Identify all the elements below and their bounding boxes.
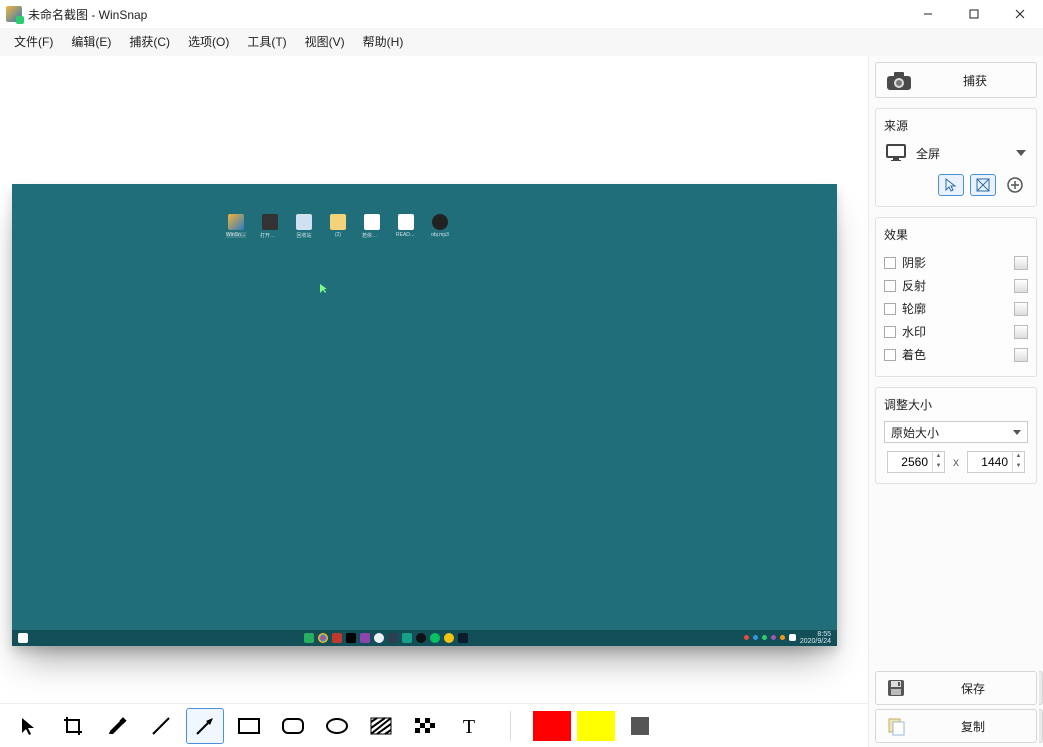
pointer-tool[interactable] <box>10 708 48 744</box>
side-panel: 捕获 来源 全屏 <box>868 56 1043 747</box>
width-input[interactable]: ▲▼ <box>887 451 945 473</box>
chevron-down-icon <box>1013 430 1021 435</box>
dimension-x-label: x <box>953 455 959 469</box>
menu-capture[interactable]: 捕获(C) <box>121 29 178 54</box>
rectangle-tool[interactable] <box>230 708 268 744</box>
include-cursor-toggle[interactable] <box>938 174 964 196</box>
desktop-icons: WinSnap_v5.2.9.exe 打开桌面快捷路径... 回收站 (2) 若… <box>226 214 450 239</box>
drawing-toolbar: T <box>0 703 868 747</box>
text-tool[interactable]: T <box>450 708 488 744</box>
source-panel: 来源 全屏 <box>875 108 1037 207</box>
checkbox-icon[interactable] <box>884 303 896 315</box>
save-dropdown-sliver[interactable] <box>1039 671 1043 705</box>
arrow-tool[interactable] <box>186 708 224 744</box>
effect-shadow-row[interactable]: 阴影 <box>884 251 1028 274</box>
add-region-button[interactable] <box>1002 174 1028 196</box>
menu-edit[interactable]: 编辑(E) <box>63 29 119 54</box>
source-mode-label: 全屏 <box>916 145 940 162</box>
menu-help[interactable]: 帮助(H) <box>355 29 412 54</box>
save-button[interactable]: 保存 <box>875 671 1037 705</box>
copy-icon <box>886 716 906 736</box>
effect-settings-icon[interactable] <box>1014 256 1028 270</box>
hatch-tool[interactable] <box>362 708 400 744</box>
capture-label: 捕获 <box>924 72 1026 89</box>
resize-mode-select[interactable]: 原始大小 <box>884 421 1028 443</box>
color-primary-swatch[interactable] <box>533 711 571 741</box>
maximize-button[interactable] <box>951 0 997 28</box>
effect-watermark-row[interactable]: 水印 <box>884 320 1028 343</box>
highlighter-tool[interactable] <box>98 708 136 744</box>
window-title: 未命名截图 - WinSnap <box>28 6 147 23</box>
effects-header: 效果 <box>884 226 1028 243</box>
delay-toggle[interactable] <box>970 174 996 196</box>
checkbox-icon[interactable] <box>884 280 896 292</box>
menu-tools[interactable]: 工具(T) <box>239 29 294 54</box>
menu-file[interactable]: 文件(F) <box>6 29 61 54</box>
copy-dropdown-sliver[interactable] <box>1039 709 1043 743</box>
height-input[interactable]: ▲▼ <box>967 451 1025 473</box>
effect-outline-row[interactable]: 轮廓 <box>884 297 1028 320</box>
cursor-icon <box>320 284 326 290</box>
effects-panel: 效果 阴影 反射 轮廓 水印 <box>875 217 1037 377</box>
source-mode-select[interactable]: 全屏 <box>884 142 1028 164</box>
screenshot-taskbar: 8:55 2020/9/24 <box>12 630 837 646</box>
checkbox-icon[interactable] <box>884 349 896 361</box>
checkbox-icon[interactable] <box>884 257 896 269</box>
effect-settings-icon[interactable] <box>1014 348 1028 362</box>
effect-reflection-row[interactable]: 反射 <box>884 274 1028 297</box>
minimize-button[interactable] <box>905 0 951 28</box>
checkbox-icon[interactable] <box>884 326 896 338</box>
copy-button[interactable]: 复制 <box>875 709 1037 743</box>
menu-view[interactable]: 视图(V) <box>297 29 353 54</box>
effect-settings-icon[interactable] <box>1014 325 1028 339</box>
pixelate-tool[interactable] <box>406 708 444 744</box>
chevron-down-icon <box>1016 150 1026 156</box>
color-picker-icon[interactable] <box>631 717 649 735</box>
canvas-area: WinSnap_v5.2.9.exe 打开桌面快捷路径... 回收站 (2) 若… <box>0 56 868 747</box>
svg-text:T: T <box>463 716 475 736</box>
resize-header: 调整大小 <box>884 396 1028 413</box>
camera-icon <box>886 71 910 89</box>
capture-button[interactable]: 捕获 <box>875 62 1037 98</box>
app-icon <box>6 6 22 22</box>
save-icon <box>886 678 906 698</box>
effect-colorize-row[interactable]: 着色 <box>884 343 1028 366</box>
monitor-icon <box>886 144 906 162</box>
color-secondary-swatch[interactable] <box>577 711 615 741</box>
screenshot-preview[interactable]: WinSnap_v5.2.9.exe 打开桌面快捷路径... 回收站 (2) 若… <box>12 184 837 646</box>
menu-options[interactable]: 选项(O) <box>180 29 237 54</box>
ellipse-tool[interactable] <box>318 708 356 744</box>
line-tool[interactable] <box>142 708 180 744</box>
menu-bar: 文件(F) 编辑(E) 捕获(C) 选项(O) 工具(T) 视图(V) 帮助(H… <box>0 28 1043 56</box>
close-button[interactable] <box>997 0 1043 28</box>
effect-settings-icon[interactable] <box>1014 279 1028 293</box>
title-bar: 未命名截图 - WinSnap <box>0 0 1043 28</box>
rounded-rect-tool[interactable] <box>274 708 312 744</box>
source-header: 来源 <box>884 117 1028 134</box>
resize-panel: 调整大小 原始大小 ▲▼ x ▲▼ <box>875 387 1037 484</box>
effect-settings-icon[interactable] <box>1014 302 1028 316</box>
crop-tool[interactable] <box>54 708 92 744</box>
